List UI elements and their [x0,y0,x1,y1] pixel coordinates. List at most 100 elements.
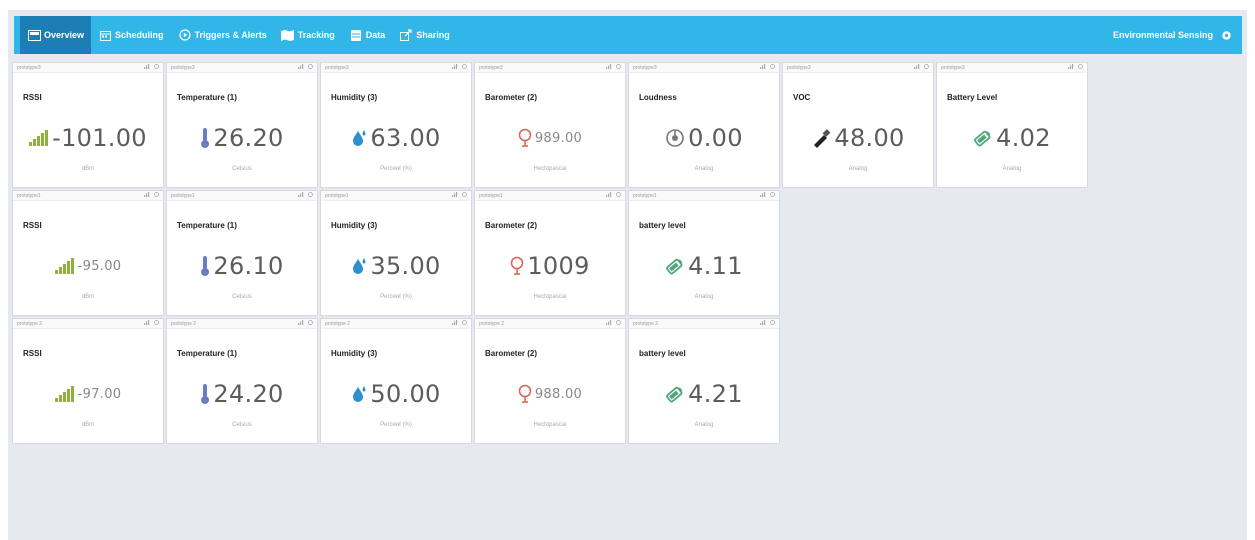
sensor-unit: Percent (%) [380,294,412,300]
widget-settings-icon[interactable] [616,192,621,199]
widget-tools [298,64,313,71]
tab-triggers-alerts[interactable]: Triggers & Alerts [171,16,274,54]
chart-icon[interactable] [144,320,150,327]
widget-card[interactable]: prototype3 Loudness 0.00 Analog [628,62,780,188]
device-name: prototype1 [633,192,657,199]
widget-header: prototype 2 [629,319,779,329]
tab-scheduling[interactable]: Scheduling [91,16,171,54]
device-name: prototype3 [633,64,657,71]
widget-card[interactable]: prototype3 Temperature (1) 26.20 Celsius [166,62,318,188]
widget-title: VOC [793,93,811,102]
sensor-unit: Celsius [232,166,252,172]
tab-tracking[interactable]: Tracking [274,16,342,54]
widget-settings-icon[interactable] [924,64,929,71]
widget-settings-icon[interactable] [770,64,775,71]
widget-tools [606,192,621,199]
chart-icon[interactable] [298,320,304,327]
widget-title: Humidity (3) [331,349,378,358]
widget-card[interactable]: prototype3 Battery Level 4.02 Analog [936,62,1088,188]
widget-title: RSSI [23,349,42,358]
chart-icon[interactable] [298,64,304,71]
sensor-unit: Hectopascal [533,166,567,172]
chart-icon[interactable] [914,64,920,71]
widget-card[interactable]: prototype 2 Humidity (3) 50.00 Percent (%) [320,318,472,444]
widget-card[interactable]: prototype1 Humidity (3) 35.00 Percent (%) [320,190,472,316]
chart-icon[interactable] [606,320,612,327]
widget-settings-icon[interactable] [770,192,775,199]
widget-title: Loudness [639,93,677,102]
widget-settings-icon[interactable] [616,64,621,71]
chart-icon[interactable] [1068,64,1074,71]
sensor-unit: Analog [848,166,868,172]
tab-data[interactable]: Data [342,16,393,54]
widget-card[interactable]: prototype3 Humidity (3) 63.00 Percent (%) [320,62,472,188]
device-name: prototype1 [17,192,41,199]
device-name: prototype1 [479,192,503,199]
widget-title: Barometer (2) [485,349,538,358]
widget-header: prototype 2 [321,319,471,329]
app-title: Environmental Sensing [1112,30,1213,40]
widget-value-row: 24.20 [167,377,317,411]
widget-card[interactable]: prototype 2 battery level 4.21 Analog [628,318,780,444]
widget-card[interactable]: prototype3 VOC 48.00 Analog [782,62,934,188]
chart-icon[interactable] [144,192,150,199]
widget-card[interactable]: prototype 2 RSSI -97.00 dBm [12,318,164,444]
widget-settings-icon[interactable] [1078,64,1083,71]
widget-header: prototype3 [167,63,317,73]
chart-icon[interactable] [452,64,458,71]
voc-icon [811,128,831,148]
widget-settings-icon[interactable] [462,64,467,71]
widget-value-row: -97.00 [13,377,163,411]
widget-header: prototype 2 [167,319,317,329]
chart-icon[interactable] [760,320,766,327]
device-name: prototype 2 [17,320,43,327]
gear-icon[interactable] [1221,30,1232,41]
barometer-icon [518,128,532,148]
widget-card[interactable]: prototype1 Temperature (1) 26.10 Celsius [166,190,318,316]
widget-card[interactable]: prototype1 RSSI -95.00 dBm [12,190,164,316]
widget-card[interactable]: prototype1 battery level 4.11 Analog [628,190,780,316]
tab-sharing[interactable]: Sharing [392,16,457,54]
widget-card[interactable]: prototype 2 Temperature (1) 24.20 Celsius [166,318,318,444]
sensor-value: 4.02 [996,124,1051,152]
chart-icon[interactable] [452,320,458,327]
widget-settings-icon[interactable] [462,320,467,327]
widget-header: prototype3 [783,63,933,73]
device-name: prototype 2 [325,320,351,327]
chart-icon[interactable] [298,192,304,199]
chart-icon[interactable] [760,192,766,199]
sensor-unit: Celsius [232,294,252,300]
widget-card[interactable]: prototype1 Barometer (2) 1009 Hectopascal [474,190,626,316]
sensor-unit: dBm [81,294,95,300]
widget-card[interactable]: prototype 2 Barometer (2) 988.00 Hectopasc… [474,318,626,444]
tab-overview[interactable]: Overview [20,16,92,54]
chart-icon[interactable] [760,64,766,71]
tab-label: Tracking [297,30,335,40]
widget-tools [144,64,159,71]
sensor-unit: dBm [81,166,95,172]
chart-icon[interactable] [452,192,458,199]
widget-tools [144,320,159,327]
widget-settings-icon[interactable] [308,64,313,71]
widget-header: prototype3 [629,63,779,73]
thermometer-icon [200,127,210,149]
widget-settings-icon[interactable] [308,192,313,199]
chart-icon[interactable] [144,64,150,71]
widget-title: Humidity (3) [331,221,378,230]
widget-header: prototype3 [321,63,471,73]
widget-settings-icon[interactable] [462,192,467,199]
database-icon [349,28,363,42]
widget-settings-icon[interactable] [770,320,775,327]
sensor-value: -95.00 [77,258,122,274]
chart-icon[interactable] [606,64,612,71]
widget-card[interactable]: prototype3 Barometer (2) 989.00 Hectopasca… [474,62,626,188]
widget-card[interactable]: prototype3 RSSI -101.00 dBm [12,62,164,188]
widget-settings-icon[interactable] [616,320,621,327]
widget-title: Temperature (1) [177,93,237,102]
widget-settings-icon[interactable] [154,192,159,199]
widget-settings-icon[interactable] [154,320,159,327]
widget-value-row: 4.02 [937,121,1087,155]
widget-settings-icon[interactable] [154,64,159,71]
chart-icon[interactable] [606,192,612,199]
widget-settings-icon[interactable] [308,320,313,327]
